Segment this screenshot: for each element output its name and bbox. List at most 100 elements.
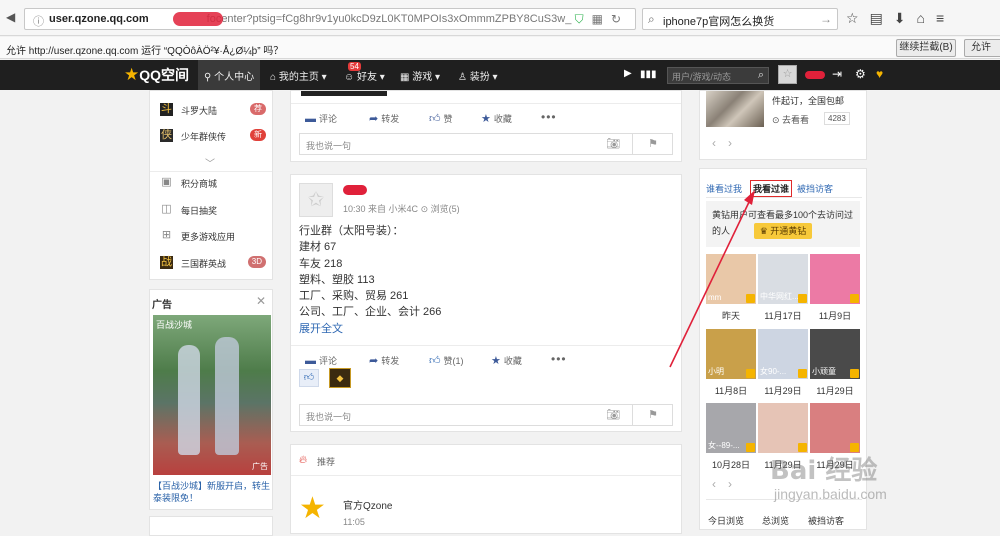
share-button[interactable]: ➦ 转发 <box>369 112 399 125</box>
more-icon[interactable]: ••• <box>551 352 567 366</box>
visitor-avatar[interactable]: 小顽童 <box>810 329 860 379</box>
like-button[interactable]: 👍︎ 赞(1) <box>429 354 464 367</box>
favorite-button[interactable]: ★ 收藏 <box>491 354 522 367</box>
visitor-cell[interactable]: 中华网红... 11月17日 <box>758 254 808 322</box>
post-author-name-redacted[interactable] <box>343 185 367 195</box>
like-button[interactable]: 👍︎ 赞 <box>429 112 453 125</box>
visitor-avatar[interactable] <box>810 254 860 304</box>
total-views[interactable]: 总浏览 <box>762 514 789 527</box>
chevron-right-icon[interactable]: › <box>728 136 744 150</box>
reload-icon[interactable]: ↻ <box>611 12 629 26</box>
visitor-avatar[interactable]: mm <box>706 254 756 304</box>
search-icon[interactable]: ⌕ <box>758 69 764 82</box>
search-placeholder: 用户/游戏/动态 <box>672 72 732 82</box>
sidebar-item-daily-draw[interactable]: ◫ 每日抽奖 <box>160 201 270 219</box>
visitor-cell[interactable]: mm 昨天 <box>706 254 756 322</box>
qzone-logo[interactable]: ★QQ空间 <box>124 65 189 85</box>
ad-figure <box>215 337 239 455</box>
close-icon[interactable]: ✕ <box>256 294 266 308</box>
comment-button[interactable]: ▬ 评论 <box>305 112 337 125</box>
visitor-avatar[interactable]: 中华网红... <box>758 254 808 304</box>
liker-thumbs-icon[interactable]: 👍︎ <box>299 369 319 387</box>
gift-icon[interactable]: ⚑ <box>648 137 658 150</box>
liker-avatar[interactable]: ◆ <box>329 368 351 388</box>
go-arrow-icon[interactable]: → <box>820 12 832 26</box>
expand-link[interactable]: 展开全文 <box>299 321 441 337</box>
visitor-cell[interactable]: 女--89-... 10月28日 <box>706 403 756 471</box>
qzone-star-avatar[interactable]: ★ <box>299 494 329 524</box>
product-image[interactable] <box>706 91 764 127</box>
favorite-button[interactable]: ★ 收藏 <box>481 112 512 125</box>
username-redacted[interactable] <box>805 71 825 79</box>
nav-item-personal-center[interactable]: ⚲ 个人中心 <box>198 60 261 90</box>
home-icon[interactable]: ⌂ <box>917 10 936 26</box>
sidebar-item-shaonian[interactable]: 侠 少年群侠传 新 <box>160 127 270 145</box>
blocked-visitors-link[interactable]: 被挡访客 <box>808 514 844 527</box>
visitor-cell[interactable]: 11月9日 <box>810 254 860 322</box>
browser-search[interactable]: ⌕ iphone7p官网怎么换货 → <box>642 8 838 30</box>
ad-image[interactable]: 百战沙城 广告 <box>153 315 271 475</box>
info-icon[interactable]: ⓘ <box>33 13 44 29</box>
visitor-avatar[interactable]: 小明 <box>706 329 756 379</box>
visitor-avatar[interactable]: 女--89-... <box>706 403 756 453</box>
more-icon[interactable]: ••• <box>541 110 557 124</box>
post-author-avatar[interactable]: ✩ <box>299 183 333 217</box>
star-icon[interactable]: ☆ <box>846 10 870 26</box>
vip-badge-icon <box>746 294 755 303</box>
nav-item-games[interactable]: ▦ 游戏 ▾ <box>400 68 440 83</box>
download-icon[interactable]: ⬇ <box>894 10 917 26</box>
sidebar-item-more-apps[interactable]: ⊞ 更多游戏应用 <box>160 227 270 245</box>
chevron-left-icon[interactable]: ‹ <box>712 477 728 491</box>
nav-item-my-home[interactable]: ⌂ 我的主页 ▾ <box>270 68 327 83</box>
continue-block-button[interactable]: 继续拦截(B) <box>896 39 956 57</box>
logout-icon[interactable]: ⇥ <box>832 67 842 81</box>
sidebar-item-sanguo[interactable]: 战 三国群英战 3D <box>160 254 270 272</box>
visitor-avatar[interactable] <box>810 403 860 453</box>
camera-icon[interactable]: 📷︎ <box>606 137 620 150</box>
post-views[interactable]: 浏览(5) <box>431 204 460 214</box>
visitor-avatar[interactable] <box>758 403 808 453</box>
nav-item-dressup[interactable]: ♙ 装扮 ▾ <box>458 68 498 83</box>
visitor-cell[interactable]: 女90-... 11月29日 <box>758 329 808 397</box>
post-meta: 10:30 来自 小米4C ⊙ 浏览(5) <box>343 202 460 215</box>
recommend-name[interactable]: 官方Qzone <box>343 497 392 512</box>
friends-icon: ☺ <box>344 72 357 83</box>
visitor-cell[interactable]: 小顽童 11月29日 <box>810 329 860 397</box>
shield-icon[interactable]: ⛉ <box>575 12 592 26</box>
ad-caption[interactable]: 【百战沙城】新服开启，转生泰装限免！ <box>153 480 271 504</box>
reading-list-icon[interactable]: ▤ <box>870 10 894 26</box>
chevron-right-icon[interactable]: › <box>728 477 744 491</box>
share-button[interactable]: ➦ 转发 <box>369 354 399 367</box>
address-bar[interactable]: ⓘ user.qzone.qq.com focenter?ptsig=fCg8hr… <box>24 8 636 30</box>
comment-input[interactable]: 我也说一句 📷︎ ⚑ <box>299 404 673 426</box>
gear-icon[interactable]: ⚙ <box>855 67 866 81</box>
view-link[interactable]: ⊙ 去看看 <box>772 113 809 126</box>
user-avatar[interactable]: ☆ <box>778 65 797 84</box>
today-views[interactable]: 今日浏览 <box>708 514 744 527</box>
menu-icon[interactable]: ≡ <box>936 10 955 26</box>
camera-icon[interactable]: 📷︎ <box>606 408 620 421</box>
gift-icon[interactable]: ⚑ <box>648 408 658 421</box>
qr-icon[interactable]: ▦ <box>592 12 611 26</box>
url-text: user.qzone.qq.com focenter?ptsig=fCg8hr9v… <box>49 13 571 25</box>
allow-button[interactable]: 允许 <box>964 39 1000 57</box>
comment-button[interactable]: ▬ 评论 <box>305 354 337 367</box>
tab-who-i-viewed[interactable]: 我看过谁 <box>750 180 793 197</box>
tab-blocked-visitors[interactable]: 被挡访客 <box>797 182 833 195</box>
chevron-left-icon[interactable]: ‹ <box>712 136 728 150</box>
post-body: 行业群（太阳号装）： 建材 67 车友 218 塑料、塑胶 113 工厂、采购、… <box>299 223 441 337</box>
open-vip-button[interactable]: ♛ 开通黄钻 <box>754 223 812 239</box>
chevron-down-icon[interactable]: ﹀ <box>205 155 215 170</box>
music-bars-icon[interactable]: ▮▮▮ <box>640 69 657 80</box>
visitor-cell[interactable]: 小明 11月8日 <box>706 329 756 397</box>
vip-heart-icon[interactable]: ♥ <box>876 67 883 81</box>
tab-who-viewed-me[interactable]: 谁看过我 <box>706 182 742 195</box>
comment-input[interactable]: 我也说一句 📷︎ ⚑ <box>299 133 673 155</box>
qzone-search-input[interactable]: 用户/游戏/动态 ⌕ <box>667 67 769 84</box>
back-icon[interactable]: ◀ <box>6 10 15 24</box>
visitor-avatar[interactable]: 女90-... <box>758 329 808 379</box>
play-icon[interactable]: ▶ <box>624 68 632 79</box>
vip-badge-icon <box>798 294 807 303</box>
sidebar-item-points-mall[interactable]: ▣ 积分商城 <box>160 174 270 192</box>
sidebar-item-douluo[interactable]: 斗 斗罗大陆 荐 <box>160 101 270 119</box>
